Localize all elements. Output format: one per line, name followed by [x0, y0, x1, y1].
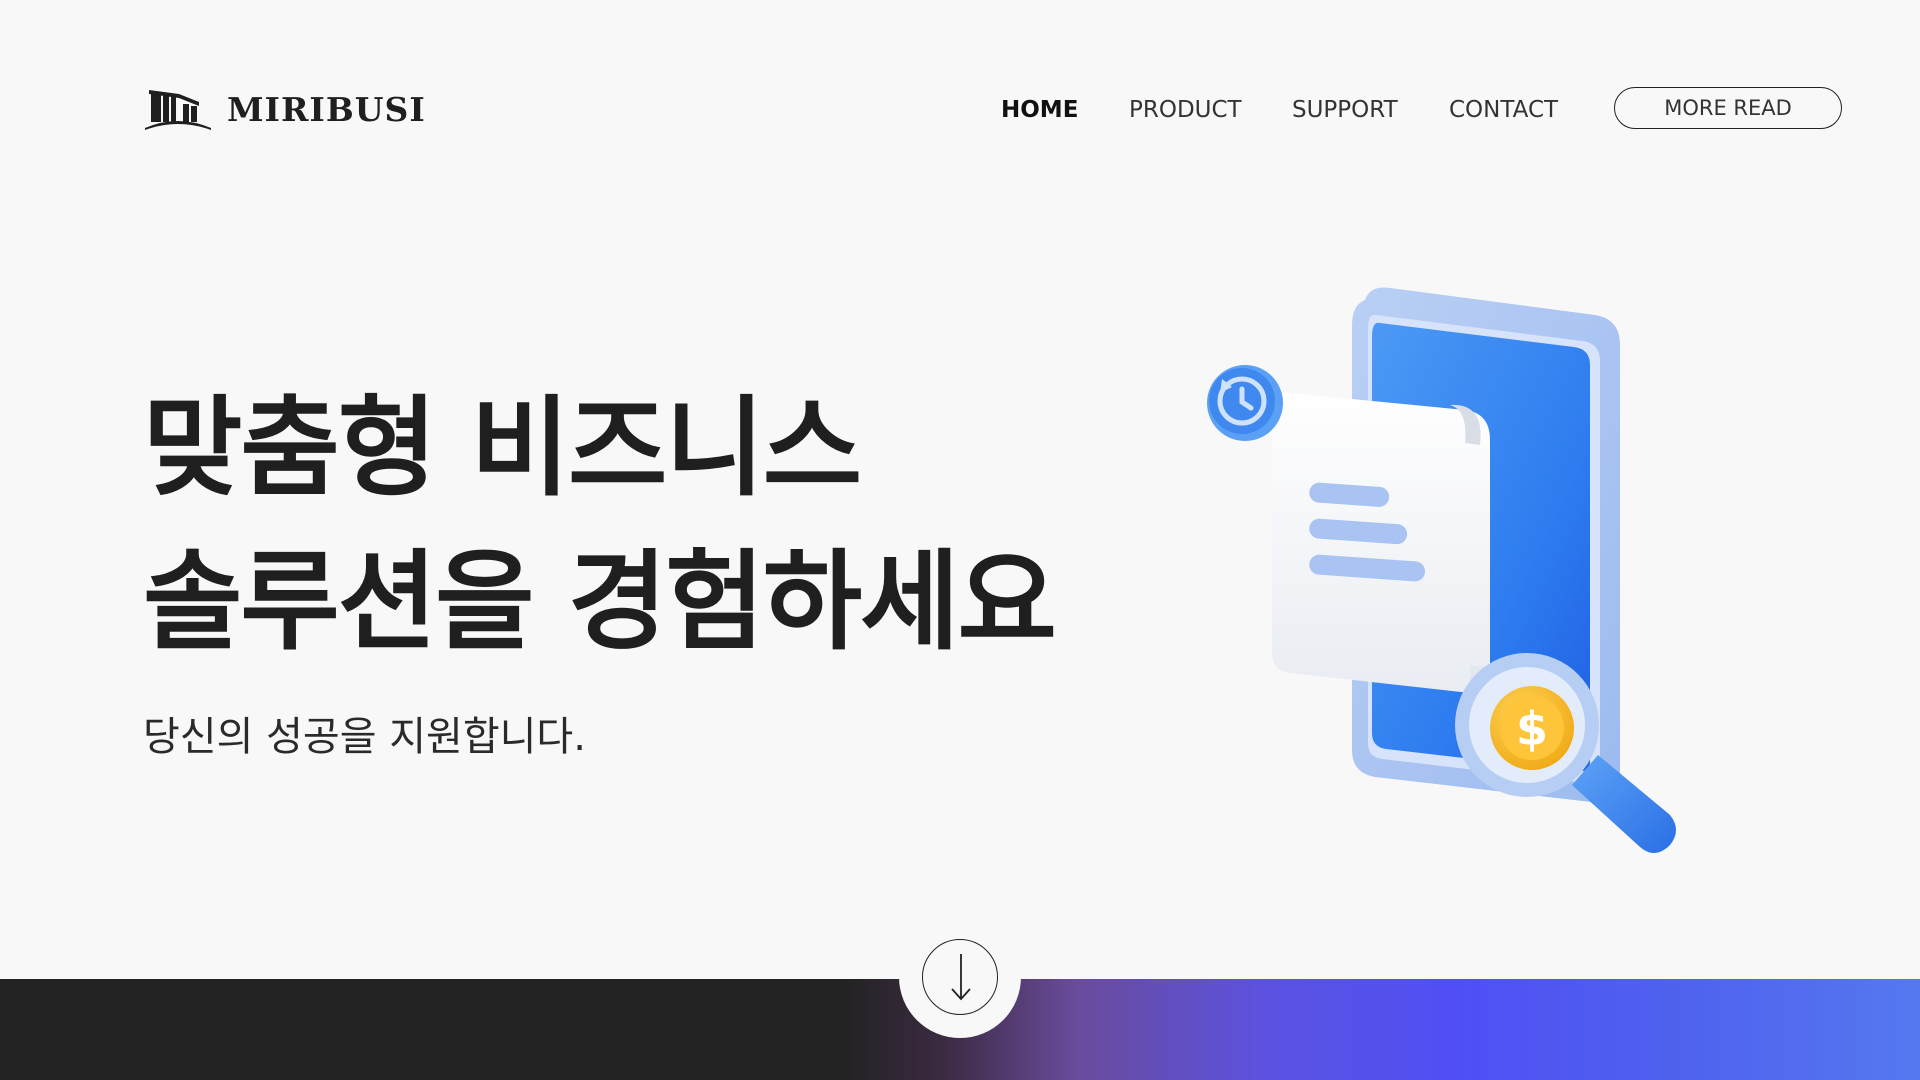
nav-item-home[interactable]: HOME: [1001, 92, 1078, 128]
scroll-down-ring: [922, 939, 998, 1015]
more-read-button[interactable]: MORE READ: [1614, 87, 1842, 129]
hero-subtitle: 당신의 성공을 지원합니다.: [143, 714, 586, 760]
nav-item-product[interactable]: PRODUCT: [1129, 92, 1242, 128]
phone-receipt-magnifier-icon: $: [1207, 287, 1676, 854]
svg-text:$: $: [1516, 702, 1548, 756]
nav-item-contact[interactable]: CONTACT: [1449, 92, 1558, 128]
scroll-down-button[interactable]: [899, 916, 1021, 1038]
site-header: MIRIBUSI HOME PRODUCT SUPPORT CONTACT MO…: [0, 0, 1920, 220]
arrow-down-icon: [951, 954, 971, 1001]
hero-title-line-1: 맞춤형 비즈니스: [143, 386, 862, 511]
hero-title: 맞춤형 비즈니스 솔루션을 경험하세요: [143, 372, 1057, 680]
nav-item-support[interactable]: SUPPORT: [1292, 92, 1398, 128]
hero-title-line-2: 솔루션을 경험하세요: [143, 540, 1057, 665]
